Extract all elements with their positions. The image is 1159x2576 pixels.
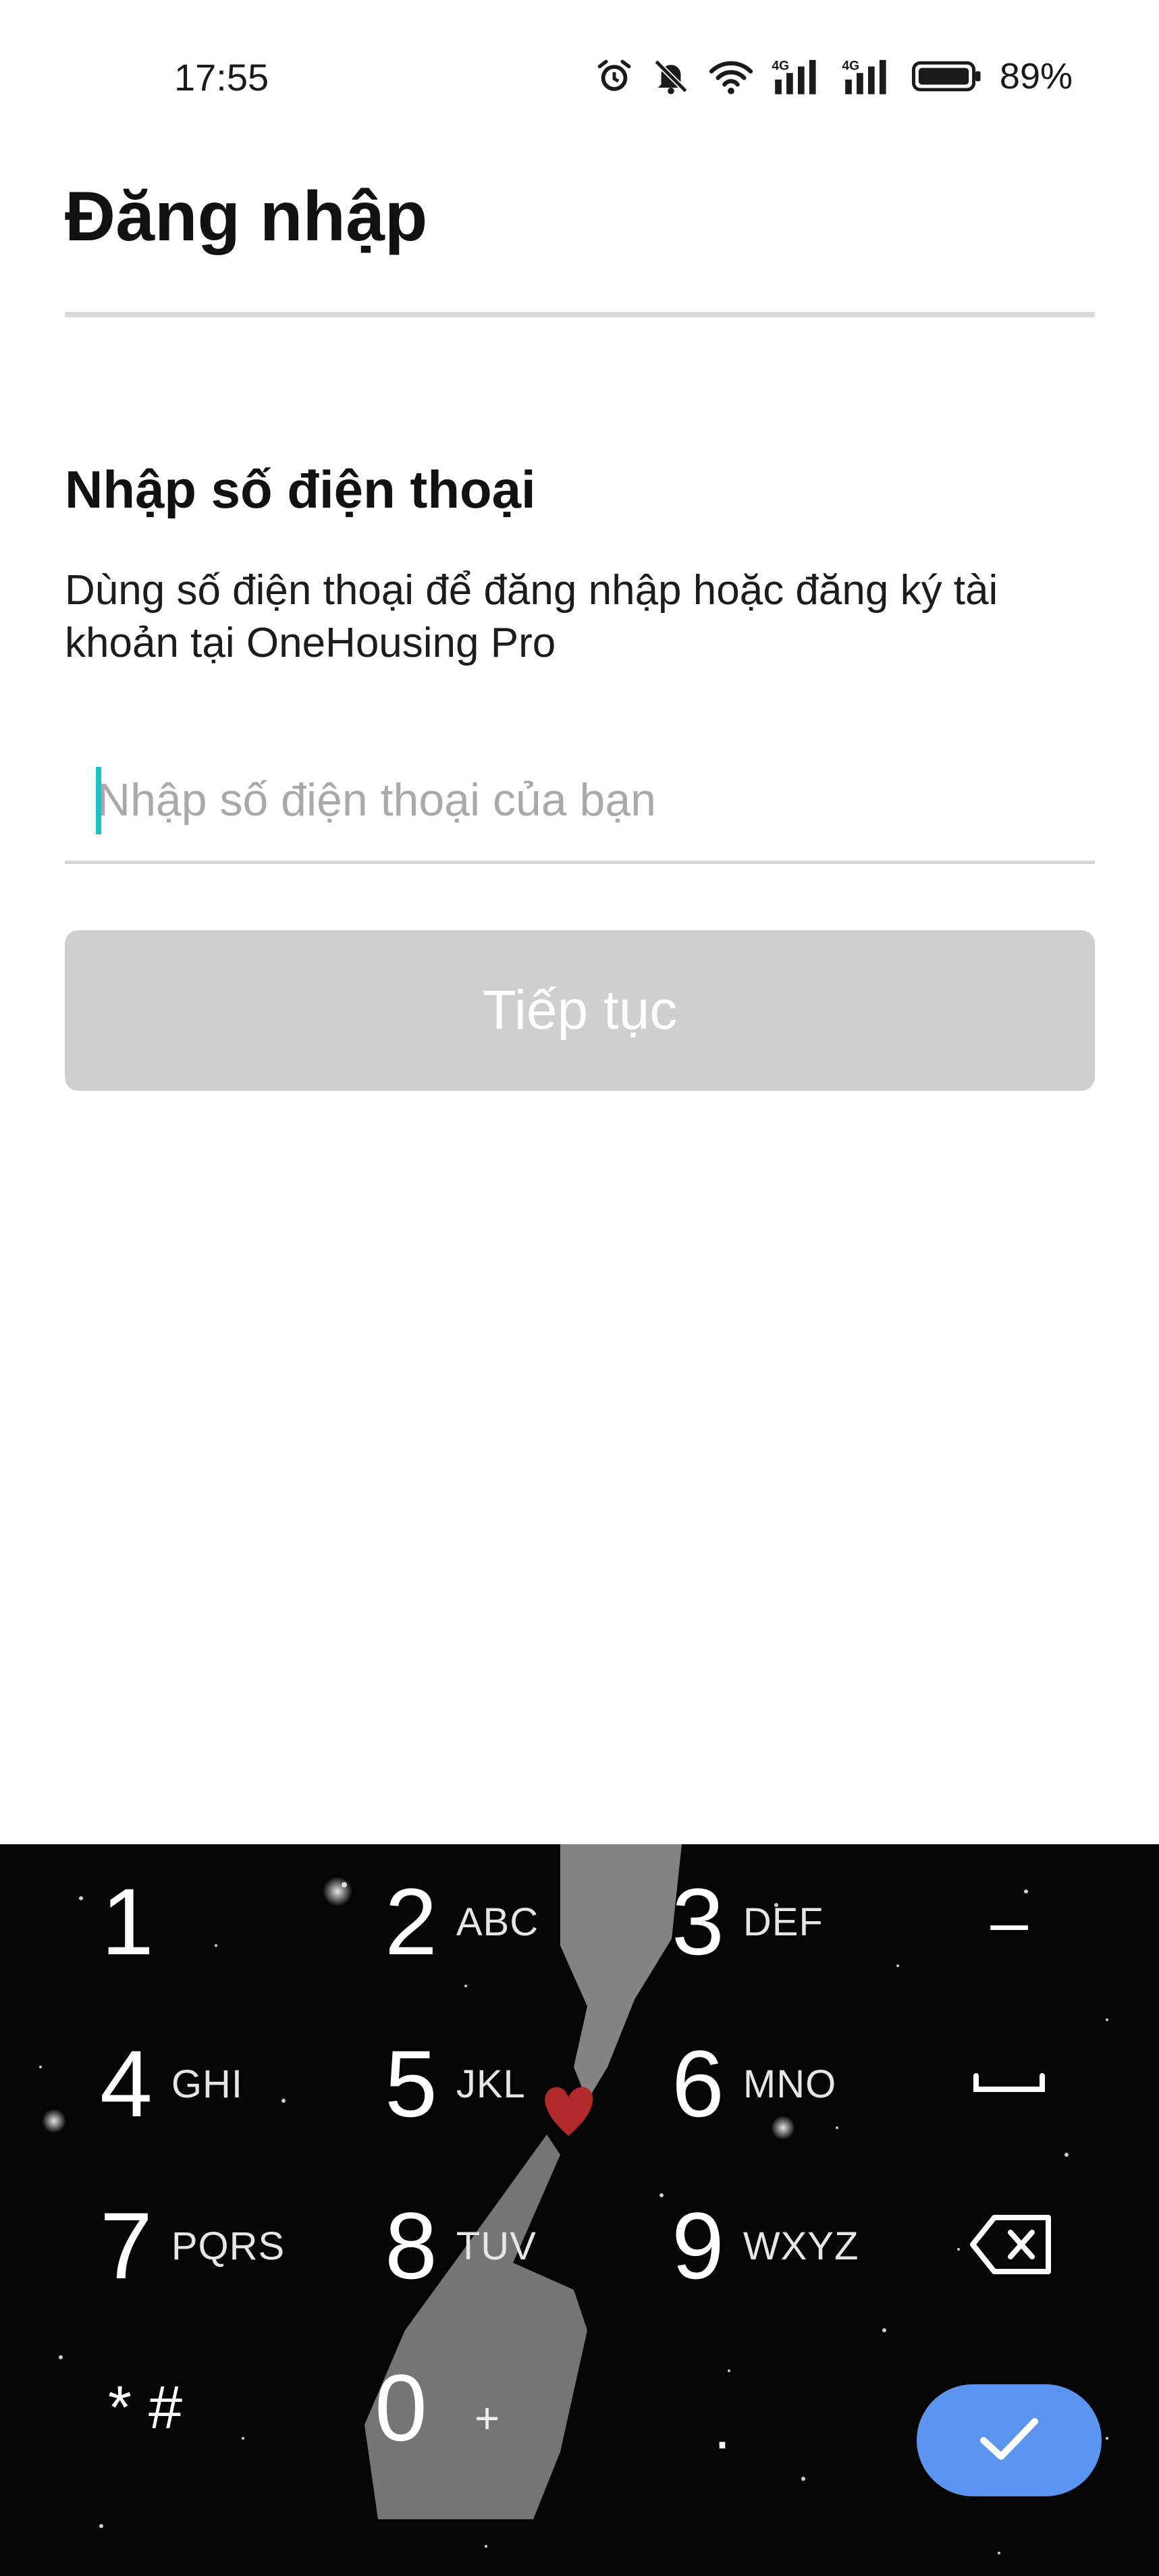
- key-1[interactable]: 1: [101, 1844, 154, 2000]
- text-caret: [96, 767, 101, 834]
- page-title: Đăng nhập: [65, 178, 428, 256]
- section-title: Nhập số điện thoại: [65, 460, 536, 519]
- key-7[interactable]: 7 PQRS: [100, 2168, 285, 2324]
- key-star-hash[interactable]: * #: [108, 2330, 182, 2486]
- header-divider: [65, 312, 1095, 317]
- description-text: Dùng số điện thoại để đăng nhập hoặc đăn…: [65, 567, 998, 666]
- space-key[interactable]: [965, 2006, 1053, 2162]
- status-bar: 17:55 4G 4G 89%: [0, 0, 1159, 135]
- status-icons: 4G 4G 89%: [595, 53, 1073, 100]
- key-8[interactable]: 8 TUV: [385, 2168, 537, 2324]
- status-time: 17:55: [174, 56, 269, 99]
- key-3[interactable]: 3 DEF: [672, 1844, 824, 2000]
- key-9[interactable]: 9 WXYZ: [672, 2168, 859, 2324]
- phone-input[interactable]: [97, 763, 1083, 837]
- svg-text:4G: 4G: [842, 59, 859, 73]
- space-icon: [972, 2069, 1046, 2099]
- check-icon: [977, 2413, 1042, 2468]
- key-6[interactable]: 6 MNO: [672, 2006, 836, 2162]
- key-2[interactable]: 2 ABC: [385, 1844, 539, 2000]
- battery-percent: 89%: [999, 56, 1073, 97]
- bell-off-icon: [651, 57, 691, 96]
- signal-4g-icon: 4G: [772, 57, 824, 96]
- backspace-icon: [969, 2211, 1056, 2282]
- battery-icon: [911, 59, 982, 93]
- svg-text:4G: 4G: [772, 59, 789, 73]
- key-5[interactable]: 5 JKL: [385, 2006, 526, 2162]
- backspace-key[interactable]: [959, 2168, 1067, 2324]
- alarm-icon: [595, 57, 634, 96]
- signal-4g-icon: 4G: [842, 57, 894, 96]
- dash-key[interactable]: –: [965, 1844, 1053, 2000]
- confirm-button[interactable]: [917, 2384, 1102, 2496]
- wifi-icon: [708, 57, 754, 96]
- continue-button[interactable]: Tiếp tục: [65, 930, 1095, 1091]
- key-0[interactable]: 0 +: [375, 2330, 500, 2486]
- dot-key[interactable]: .: [682, 2330, 763, 2486]
- key-4[interactable]: 4 GHI: [100, 2006, 243, 2162]
- phone-field[interactable]: [65, 756, 1095, 864]
